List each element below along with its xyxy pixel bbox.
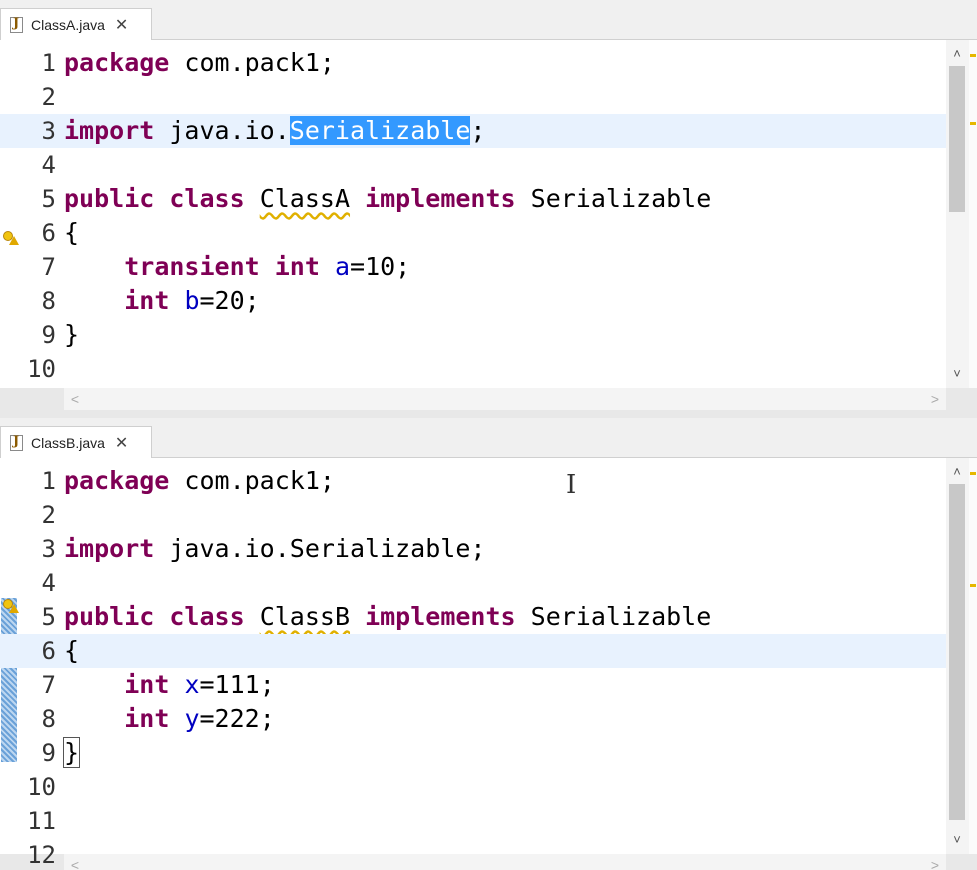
warning-underline: ClassA [259,184,351,213]
java-file-icon: J [7,16,25,34]
code-lines[interactable]: 1 package com.pack1; 2 3 import java.io.Se… [0,464,946,870]
vertical-scrollbar[interactable]: ˄ ˅ [946,40,977,388]
close-icon[interactable]: ✕ [115,433,128,453]
editor-tab-bar: J ClassB.java ✕ [0,418,977,458]
code-line: 7 int x=111; [41,670,275,699]
tab-classb-java[interactable]: J ClassB.java ✕ [0,426,152,458]
code-line: 1 package com.pack1; [41,48,335,77]
scroll-down-icon[interactable]: ˅ [948,366,966,382]
warning-marker[interactable] [970,584,976,587]
editor-classa: J ClassA.java ✕ 1 package com.pack1; 2 3i… [0,0,977,410]
code-line: 3 import java.io.Serializable; [41,534,486,563]
code-line: 7 transient int a=10; [41,252,411,281]
warning-marker[interactable] [970,54,976,57]
matching-bracket: } [62,737,81,768]
code-line: 11 [27,807,56,835]
editor-tab-bar: J ClassA.java ✕ [0,0,977,40]
code-line: 4 [41,151,56,179]
code-line: 9} [41,737,81,768]
code-line: 6{ [41,218,80,247]
code-line: 1 package com.pack1; [41,466,335,495]
overview-ruler[interactable] [969,40,977,388]
tab-label: ClassB.java [31,434,105,451]
scrollbar-thumb[interactable] [949,66,965,212]
scroll-up-icon[interactable]: ˄ [948,464,966,480]
code-line-current: 6{ [0,634,946,668]
code-line: 10 [27,773,56,801]
horizontal-scrollbar[interactable]: < > [64,854,946,870]
code-line: 8 int b=20; [41,286,260,315]
horizontal-scrollbar[interactable]: < > [64,388,946,410]
code-line: 5 public class ClassA implements Serializ… [41,184,712,213]
code-line: 2 [41,83,56,111]
close-icon[interactable]: ✕ [115,15,128,35]
scroll-up-icon[interactable]: ˄ [948,46,966,62]
tab-classa-java[interactable]: J ClassA.java ✕ [0,8,152,40]
java-file-icon: J [7,434,25,452]
code-line: 2 [41,501,56,529]
scroll-left-icon[interactable]: < [66,854,84,870]
warning-underline: ClassB [259,602,351,631]
scroll-down-icon[interactable]: ˅ [948,832,966,848]
code-line-current: 3 import java.io.Serializable; [0,114,946,148]
overview-ruler[interactable] [969,458,977,854]
code-line: 9} [41,320,80,349]
text-cursor-icon: I [566,470,577,500]
warning-marker[interactable] [970,472,976,475]
editor-classb: J ClassB.java ✕ 1 package com.pack1; 2 3i… [0,418,977,870]
tab-label: ClassA.java [31,16,105,33]
code-line: 5 public class ClassB implements Serializ… [41,602,712,631]
text-selection: Serializable [289,116,471,145]
scroll-right-icon[interactable]: > [926,388,944,410]
vertical-scrollbar[interactable]: ˄ ˅ [946,458,977,854]
code-line: 10 [27,355,56,383]
scrollbar-thumb[interactable] [949,484,965,820]
code-line: 8 int y=222; [41,704,275,733]
scroll-left-icon[interactable]: < [66,388,84,410]
code-line: 4 [41,569,56,597]
code-editor[interactable]: 1 package com.pack1; 2 3 import java.io.Se… [0,40,977,388]
code-lines[interactable]: 1 package com.pack1; 2 3 import java.io.Se… [0,46,946,386]
code-editor[interactable]: 1 package com.pack1; 2 3 import java.io.Se… [0,458,977,869]
scroll-right-icon[interactable]: > [926,854,944,870]
occurrence-marker[interactable] [970,122,976,125]
